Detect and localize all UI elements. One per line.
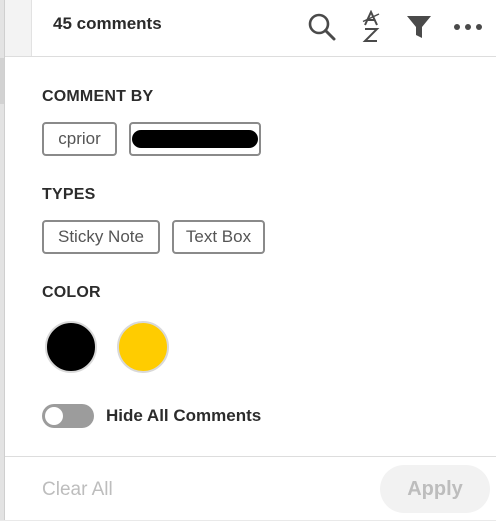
header-gutter [5, 0, 32, 56]
search-button[interactable] [305, 10, 339, 44]
search-icon [308, 13, 336, 41]
filter-icon [407, 16, 431, 38]
clear-all-link[interactable]: Clear All [42, 479, 113, 501]
more-options-button[interactable] [451, 10, 485, 44]
comment-count: 45 comments [53, 14, 162, 33]
type-chip-text-box[interactable]: Text Box [172, 220, 265, 254]
color-heading: COLOR [42, 284, 101, 301]
panel-footer: Clear All Apply [5, 456, 496, 521]
sort-az-icon [362, 10, 380, 42]
comment-by-heading: COMMENT BY [42, 88, 154, 105]
color-swatch-yellow[interactable] [117, 321, 169, 373]
types-heading: TYPES [42, 186, 96, 203]
comments-filter-panel: 45 comments COMMENT BY cprior TYPES Stic… [4, 0, 496, 520]
hide-all-comments-toggle[interactable] [42, 404, 94, 428]
toggle-knob [45, 407, 63, 425]
panel-header: 45 comments [5, 0, 496, 57]
filter-button[interactable] [402, 10, 436, 44]
sort-button[interactable] [355, 10, 389, 44]
author-chip-cprior[interactable]: cprior [42, 122, 117, 156]
hide-all-comments-label: Hide All Comments [106, 406, 262, 425]
apply-button[interactable]: Apply [380, 465, 490, 513]
redacted-name [132, 130, 258, 148]
type-chip-sticky-note[interactable]: Sticky Note [42, 220, 160, 254]
more-options-icon [454, 24, 482, 30]
color-swatch-black[interactable] [45, 321, 97, 373]
author-chip-redacted[interactable] [129, 122, 261, 156]
